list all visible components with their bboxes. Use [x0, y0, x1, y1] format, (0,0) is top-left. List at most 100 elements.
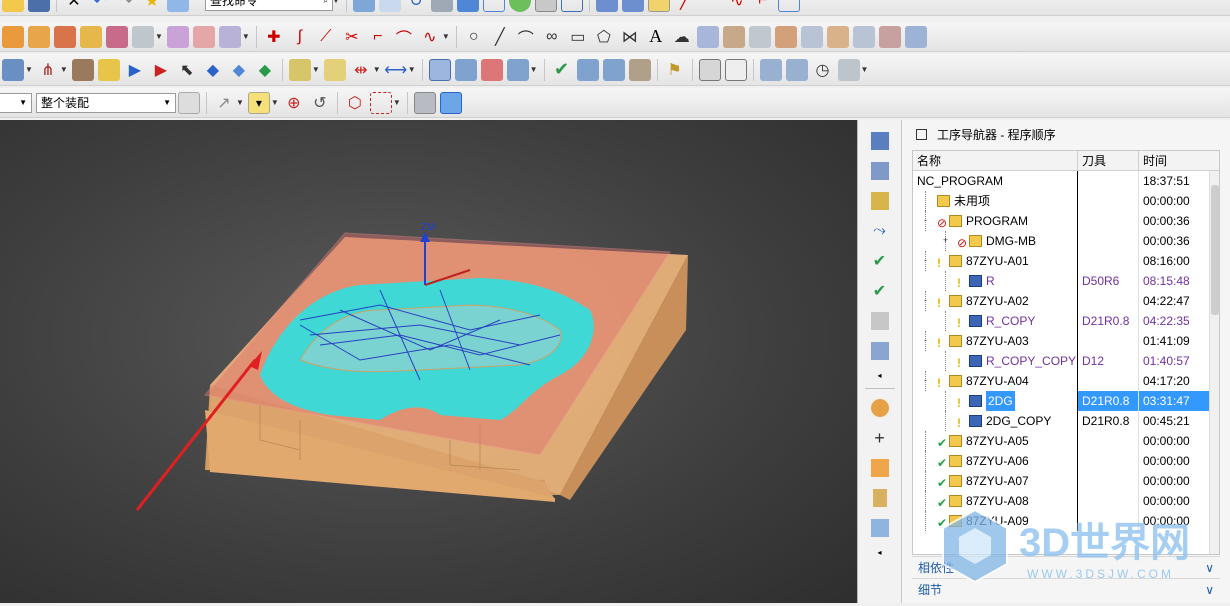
filter-icon[interactable]: ▾ — [247, 91, 270, 114]
network-icon[interactable]: ⋈ — [619, 26, 641, 48]
shading-icon[interactable] — [867, 395, 893, 421]
program-group-row[interactable]: ✔ 87ZYU-A07 00:00:00 — [913, 471, 1219, 491]
gem-green-icon[interactable]: ◆ — [254, 59, 276, 81]
generate-navigator-icon[interactable]: ✔ — [867, 278, 893, 304]
operation-row[interactable]: ! R_COPY D21R0.8 04:22:35 — [913, 311, 1219, 331]
cut-icon[interactable]: ✕ — [63, 0, 85, 12]
shop-doc-icon[interactable] — [724, 58, 747, 81]
favorites-icon[interactable]: ★ — [141, 0, 163, 12]
collapse-icon[interactable]: - — [921, 336, 930, 345]
find-command-input[interactable]: 查找命令 ⌕ — [205, 0, 333, 11]
text-icon[interactable]: A — [645, 26, 667, 48]
model-view[interactable]: ZM — [0, 120, 857, 603]
scrollbar-thumb[interactable] — [1211, 185, 1219, 315]
add-icon[interactable]: + — [867, 425, 893, 451]
chain-icon[interactable]: ∞ — [541, 26, 563, 48]
show-hide-icon[interactable] — [413, 91, 436, 114]
rotate-icon[interactable]: ↻ — [405, 0, 427, 12]
layer-icon[interactable] — [595, 0, 618, 12]
col-tool[interactable]: 刀具 — [1078, 151, 1139, 170]
sew-icon[interactable] — [800, 25, 823, 48]
col-time[interactable]: 时间 — [1139, 151, 1217, 170]
wrench-icon[interactable] — [97, 58, 120, 81]
method-view-icon[interactable] — [506, 58, 529, 81]
trim-icon[interactable]: ✂ — [341, 26, 363, 48]
extrude-icon[interactable] — [80, 25, 102, 48]
blend-icon[interactable]: ∿ — [419, 26, 441, 48]
program-group-row[interactable]: ✔ 87ZYU-A09 00:00:00 — [913, 511, 1219, 531]
flag-icon[interactable]: ⚑ — [664, 59, 686, 81]
subtract-icon[interactable] — [106, 25, 128, 48]
verify-icon[interactable] — [576, 58, 599, 81]
clean-icon[interactable] — [867, 308, 893, 334]
trim-body-icon[interactable] — [774, 25, 797, 48]
rotate-select-icon[interactable]: ↺ — [309, 92, 331, 114]
gem-icon[interactable]: ◆ — [202, 59, 224, 81]
program-group-row[interactable]: 未用项 00:00:00 — [913, 191, 1219, 211]
open-icon[interactable] — [2, 0, 24, 12]
program-group-row[interactable]: + ⊘ DMG-MB 00:00:36 — [913, 231, 1219, 251]
snap-icon[interactable] — [647, 0, 670, 12]
tool-icon[interactable] — [71, 58, 94, 81]
view-triad-icon[interactable] — [439, 91, 462, 114]
tool-list-icon[interactable] — [785, 58, 808, 81]
grid-dim-icon[interactable]: ⟷ — [384, 59, 407, 81]
point-icon[interactable]: ✚ — [263, 26, 285, 48]
spline-icon[interactable]: ∫ — [289, 26, 311, 48]
graphics-window[interactable]: ZM — [0, 120, 857, 603]
operation-navigator-icon[interactable] — [867, 128, 893, 154]
shell-icon[interactable] — [132, 25, 154, 48]
zoom-icon[interactable] — [378, 0, 401, 12]
machine-tool-navigator-icon[interactable] — [867, 158, 893, 184]
collapse-icon[interactable]: - — [921, 296, 930, 305]
fillet-icon[interactable]: ⌐ — [367, 26, 389, 48]
cube-tool-icon[interactable] — [867, 515, 893, 541]
reorder-icon[interactable] — [867, 338, 893, 364]
arrow-red-icon[interactable]: ▶ — [150, 59, 172, 81]
crosshair-icon[interactable]: ⊕ — [283, 92, 305, 114]
sweep-icon[interactable] — [722, 25, 745, 48]
arc-tool-icon[interactable]: ⌒ — [515, 26, 537, 48]
dimension-icon[interactable]: ⇹ — [350, 59, 372, 81]
thicken-icon[interactable] — [904, 25, 927, 48]
post-icon[interactable] — [628, 58, 651, 81]
hexagon-icon[interactable]: ⬡ — [344, 92, 366, 114]
time-icon[interactable]: ◷ — [812, 59, 834, 81]
program-group-row[interactable]: -! 87ZYU-A04 04:17:20 — [913, 371, 1219, 391]
report-icon[interactable] — [837, 58, 860, 81]
split-icon[interactable] — [826, 25, 849, 48]
program-group-row[interactable]: ✔ 87ZYU-A06 00:00:00 — [913, 451, 1219, 471]
redo-icon[interactable]: ↷ — [115, 0, 137, 12]
assembly-icon[interactable] — [178, 91, 200, 114]
arrow-snap-icon[interactable]: ↗ — [213, 92, 235, 114]
gem-blue-icon[interactable]: ◆ — [228, 59, 250, 81]
program-group-row[interactable]: -! 87ZYU-A02 04:22:47 — [913, 291, 1219, 311]
details-section[interactable]: 细节 ∨ — [912, 578, 1220, 600]
operation-row[interactable]: ! R D50R6 08:15:48 — [913, 271, 1219, 291]
program-group-row[interactable]: ✔ 87ZYU-A05 00:00:00 — [913, 431, 1219, 451]
program-group-row[interactable]: -! 87ZYU-A01 08:16:00 — [913, 251, 1219, 271]
save-icon[interactable] — [28, 0, 50, 12]
replace-face-icon[interactable] — [878, 25, 901, 48]
cylinder-icon[interactable] — [28, 25, 50, 48]
shape-icon[interactable]: ☁ — [671, 26, 693, 48]
measure-icon[interactable] — [288, 58, 311, 81]
wireframe-icon[interactable] — [482, 0, 505, 12]
line-icon[interactable]: ╱ — [674, 0, 696, 12]
box-select-icon[interactable] — [369, 91, 392, 114]
mirror-icon[interactable] — [192, 25, 215, 48]
manufacturing-icon[interactable] — [2, 58, 24, 81]
machining-feature-navigator-icon[interactable] — [867, 188, 893, 214]
feature-icon[interactable] — [2, 25, 24, 48]
edit-icon[interactable] — [167, 0, 189, 12]
dependencies-section[interactable]: 相依性 ∨ — [912, 556, 1220, 578]
collapse-icon[interactable]: - — [921, 256, 930, 265]
color-icon[interactable] — [534, 0, 557, 12]
curve-icon[interactable]: ∿ — [726, 0, 748, 12]
surface-icon[interactable] — [696, 25, 719, 48]
sphere-icon[interactable] — [508, 0, 531, 12]
offset-face-icon[interactable] — [852, 25, 875, 48]
operation-row[interactable]: ! 2DG D21R0.8 03:31:47 — [913, 391, 1219, 411]
collapse-icon[interactable]: - — [921, 216, 930, 225]
program-group-row[interactable]: - ⊘ PROGRAM 00:00:36 — [913, 211, 1219, 231]
